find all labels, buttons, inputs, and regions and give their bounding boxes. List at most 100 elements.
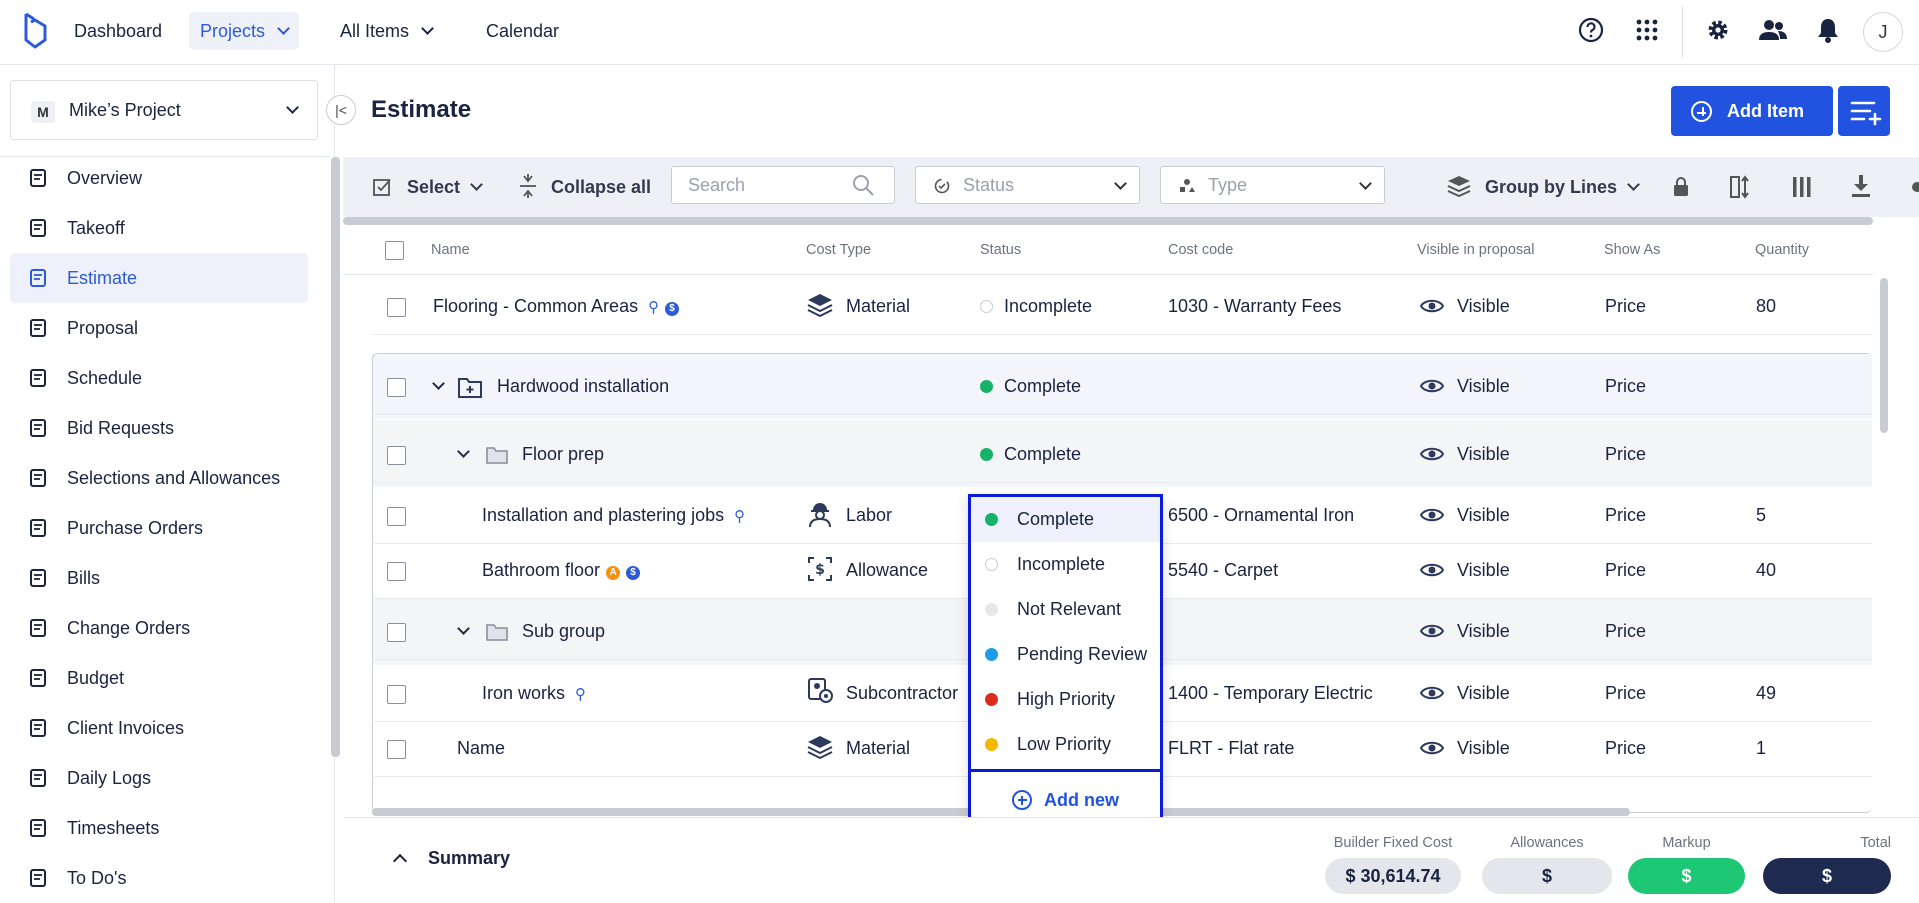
- row-visible[interactable]: Visible: [1420, 683, 1510, 704]
- row-checkbox[interactable]: [387, 685, 406, 704]
- sidebar-item-budget[interactable]: Budget: [10, 653, 308, 703]
- sidebar-item-estimate[interactable]: Estimate: [10, 253, 308, 303]
- col-quantity[interactable]: Quantity: [1755, 242, 1809, 258]
- row-checkbox[interactable]: [387, 378, 406, 397]
- row-quantity[interactable]: 80: [1756, 296, 1776, 317]
- row-cost-type[interactable]: Subcontractor: [808, 678, 958, 704]
- status-option-incomplete[interactable]: Incomplete: [971, 542, 1160, 587]
- status-option-not-relevant[interactable]: Not Relevant: [971, 587, 1160, 632]
- row-status[interactable]: Incomplete: [980, 296, 1092, 317]
- sidebar-item-to-do-s[interactable]: To Do's: [10, 853, 308, 903]
- row-visible[interactable]: Visible: [1420, 621, 1510, 642]
- apps-grid-icon[interactable]: [1631, 14, 1663, 46]
- sidebar-item-proposal[interactable]: Proposal: [10, 303, 308, 353]
- download-icon[interactable]: [1851, 175, 1871, 197]
- sidebar-scrollbar[interactable]: [331, 157, 340, 757]
- collapse-sidebar-button[interactable]: |<: [326, 95, 356, 125]
- row-name[interactable]: Flooring - Common Areas ⚲ $: [433, 296, 680, 317]
- row-name[interactable]: Bathroom floor A $: [482, 560, 641, 581]
- app-logo-icon[interactable]: [20, 10, 50, 52]
- row-visible[interactable]: Visible: [1420, 296, 1510, 317]
- col-cost-type[interactable]: Cost Type: [806, 242, 871, 258]
- row-show-as[interactable]: Price: [1605, 683, 1646, 704]
- col-cost-code[interactable]: Cost code: [1168, 242, 1233, 258]
- nav-all-items[interactable]: All Items: [329, 12, 443, 50]
- lock-icon[interactable]: [1673, 177, 1689, 197]
- pin-icon[interactable]: ⚲: [648, 298, 659, 316]
- row-name[interactable]: Name: [457, 738, 505, 759]
- row-name[interactable]: Floor prep: [522, 444, 604, 465]
- nav-calendar[interactable]: Calendar: [475, 12, 570, 50]
- select-menu[interactable]: Select: [373, 157, 483, 217]
- project-selector[interactable]: M Mike’s Project: [10, 80, 318, 140]
- vertical-scrollbar[interactable]: [1880, 278, 1888, 433]
- row-name[interactable]: Hardwood installation: [497, 376, 669, 397]
- row-visible[interactable]: Visible: [1420, 444, 1510, 465]
- sidebar-item-change-orders[interactable]: Change Orders: [10, 603, 308, 653]
- col-name[interactable]: Name: [431, 242, 470, 258]
- row-quantity[interactable]: 49: [1756, 683, 1776, 704]
- row-cost-code[interactable]: 5540 - Carpet: [1168, 560, 1278, 581]
- select-all-checkbox[interactable]: [385, 241, 404, 260]
- row-visible[interactable]: Visible: [1420, 376, 1510, 397]
- row-show-as[interactable]: Price: [1605, 444, 1646, 465]
- row-quantity[interactable]: 1: [1756, 738, 1766, 759]
- col-status[interactable]: Status: [980, 242, 1021, 258]
- row-status[interactable]: Complete: [980, 376, 1081, 397]
- horizontal-scrollbar-top[interactable]: [343, 217, 1873, 225]
- row-cost-code[interactable]: 1030 - Warranty Fees: [1168, 296, 1341, 317]
- row-checkbox[interactable]: [387, 740, 406, 759]
- row-visible[interactable]: Visible: [1420, 560, 1510, 581]
- col-visible[interactable]: Visible in proposal: [1417, 242, 1534, 258]
- columns-icon[interactable]: [1792, 177, 1812, 197]
- row-show-as[interactable]: Price: [1605, 560, 1646, 581]
- sidebar-item-client-invoices[interactable]: Client Invoices: [10, 703, 308, 753]
- add-line-button[interactable]: [1838, 86, 1890, 136]
- users-icon[interactable]: [1757, 14, 1789, 46]
- sidebar-item-overview[interactable]: Overview: [10, 153, 308, 203]
- user-avatar[interactable]: J: [1863, 12, 1903, 52]
- row-show-as[interactable]: Price: [1605, 738, 1646, 759]
- sidebar-item-selections-and-allowances[interactable]: Selections and Allowances: [10, 453, 308, 503]
- row-cost-type[interactable]: Material: [807, 294, 910, 317]
- row-cost-type[interactable]: Labor: [809, 503, 892, 527]
- col-show-as[interactable]: Show As: [1604, 242, 1660, 258]
- row-name[interactable]: Sub group: [522, 621, 605, 642]
- row-name[interactable]: Iron works ⚲: [482, 683, 586, 704]
- bell-icon[interactable]: [1812, 14, 1844, 46]
- row-name[interactable]: Installation and plastering jobs ⚲: [482, 505, 745, 526]
- row-show-as[interactable]: Price: [1605, 376, 1646, 397]
- sidebar-item-schedule[interactable]: Schedule: [10, 353, 308, 403]
- row-cost-code[interactable]: FLRT - Flat rate: [1168, 738, 1294, 759]
- summary-toggle[interactable]: Summary: [428, 848, 510, 869]
- nav-projects[interactable]: Projects: [189, 12, 300, 50]
- row-cost-type[interactable]: $ Allowance: [808, 557, 928, 581]
- add-item-button[interactable]: Add Item: [1671, 86, 1833, 136]
- group-by-menu[interactable]: Group by Lines: [1447, 157, 1640, 217]
- row-checkbox[interactable]: [387, 298, 406, 317]
- search-input[interactable]: Search: [671, 166, 895, 204]
- help-icon[interactable]: [1575, 14, 1607, 46]
- column-resize-icon[interactable]: [1730, 175, 1750, 199]
- row-cost-code[interactable]: 1400 - Temporary Electric: [1168, 683, 1373, 704]
- status-option-complete[interactable]: Complete: [971, 497, 1160, 542]
- sidebar-item-takeoff[interactable]: Takeoff: [10, 203, 308, 253]
- row-visible[interactable]: Visible: [1420, 505, 1510, 526]
- type-filter[interactable]: Type: [1160, 166, 1385, 204]
- collapse-all-button[interactable]: Collapse all: [519, 157, 651, 217]
- status-option-high-priority[interactable]: High Priority: [971, 677, 1160, 722]
- row-visible[interactable]: Visible: [1420, 738, 1510, 759]
- status-option-low-priority[interactable]: Low Priority: [971, 722, 1160, 767]
- more-icon[interactable]: [1909, 177, 1919, 197]
- row-quantity[interactable]: 40: [1756, 560, 1776, 581]
- row-quantity[interactable]: 5: [1756, 505, 1766, 526]
- sidebar-item-timesheets[interactable]: Timesheets: [10, 803, 308, 853]
- row-checkbox[interactable]: [387, 623, 406, 642]
- pin-icon[interactable]: ⚲: [575, 685, 586, 703]
- status-option-pending-review[interactable]: Pending Review: [971, 632, 1160, 677]
- chevron-up-icon[interactable]: [392, 853, 408, 869]
- row-show-as[interactable]: Price: [1605, 621, 1646, 642]
- pin-icon[interactable]: ⚲: [734, 507, 745, 525]
- nav-dashboard[interactable]: Dashboard: [63, 12, 173, 50]
- sidebar-item-bills[interactable]: Bills: [10, 553, 308, 603]
